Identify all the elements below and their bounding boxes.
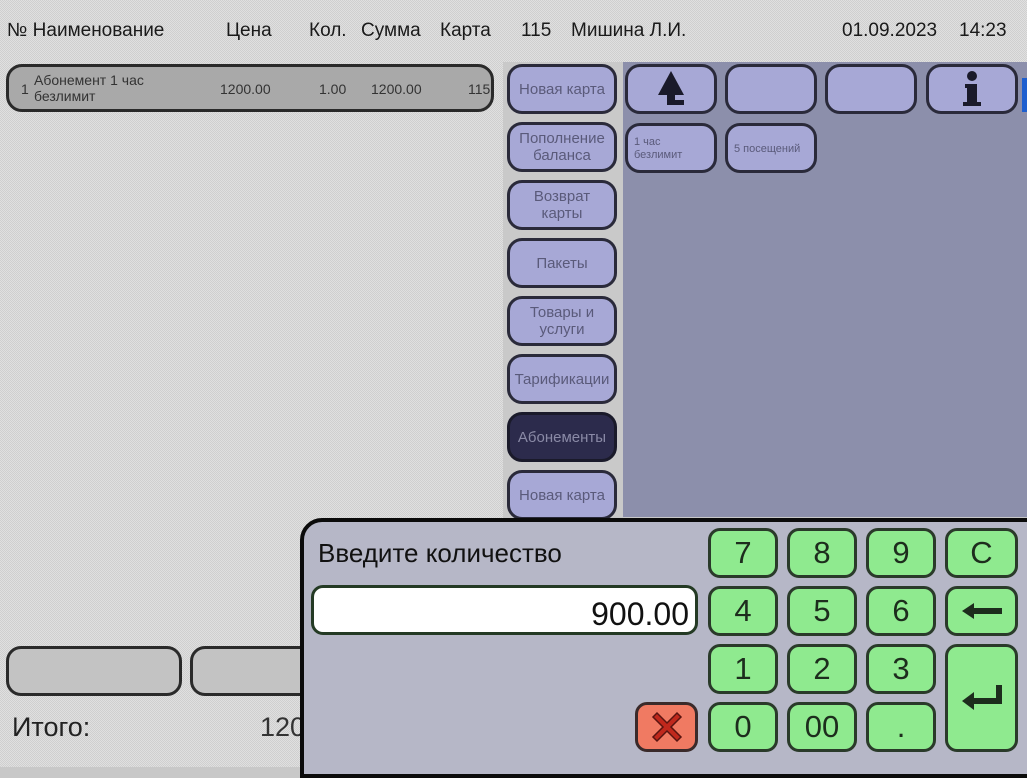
key-0[interactable]: 0 xyxy=(708,702,778,752)
column-header-price: Цена xyxy=(226,20,272,41)
enter-return-icon xyxy=(961,685,1002,710)
column-header-sum: Сумма xyxy=(361,20,421,41)
header-bar: № Наименование Цена Кол. Сумма Карта 115… xyxy=(0,0,1027,62)
column-header-qty: Кол. xyxy=(309,20,347,41)
backspace-arrow-icon xyxy=(961,603,1002,619)
category-label: Товары и услуги xyxy=(529,304,595,338)
cashier-name: Мишина Л.И. xyxy=(571,20,687,41)
scroll-up-button[interactable] xyxy=(6,646,182,696)
category-goods-services[interactable]: Товары и услуги xyxy=(507,296,617,346)
row-card: 115 xyxy=(468,81,491,97)
clear-key[interactable]: C xyxy=(945,528,1018,578)
category-label: Тарификации xyxy=(514,370,610,388)
key-5[interactable]: 5 xyxy=(787,586,857,636)
nav-empty-button-1[interactable] xyxy=(725,64,817,114)
product-5-visits[interactable]: 5 посещений xyxy=(725,123,817,173)
category-label: Новая карта xyxy=(519,486,605,504)
category-label: Новая карта xyxy=(519,80,605,98)
up-level-button[interactable] xyxy=(625,64,717,114)
row-name-line2: безлимит xyxy=(34,88,96,104)
arrow-up-icon xyxy=(658,71,684,105)
key-4[interactable]: 4 xyxy=(708,586,778,636)
key-7[interactable]: 7 xyxy=(708,528,778,578)
category-label: Пакеты xyxy=(536,254,588,272)
info-icon xyxy=(963,71,981,106)
nav-empty-button-2[interactable] xyxy=(825,64,917,114)
category-label: Пополнение баланса xyxy=(519,130,605,164)
key-6[interactable]: 6 xyxy=(866,586,936,636)
current-time: 14:23 xyxy=(959,20,1007,41)
category-subscriptions[interactable]: Абонементы xyxy=(507,412,617,462)
total-label: Итого: xyxy=(12,712,91,742)
product-label: 1 час безлимит xyxy=(634,136,683,161)
category-packages[interactable]: Пакеты xyxy=(507,238,617,288)
row-sum: 1200.00 xyxy=(371,81,422,97)
quantity-input[interactable]: 900.00 xyxy=(311,585,698,635)
enter-key[interactable] xyxy=(945,644,1018,752)
backspace-key[interactable] xyxy=(945,586,1018,636)
row-price: 1200.00 xyxy=(220,81,271,97)
row-qty: 1.00 xyxy=(319,81,347,97)
key-dot[interactable]: . xyxy=(866,702,936,752)
quantity-dialog-title: Введите количество xyxy=(318,538,562,568)
key-2[interactable]: 2 xyxy=(787,644,857,694)
terminal-number: 115 xyxy=(521,20,552,41)
key-8[interactable]: 8 xyxy=(787,528,857,578)
scrollbar-edge xyxy=(1022,78,1027,112)
row-name-line1: Абонемент 1 час xyxy=(34,72,144,88)
category-top-up-balance[interactable]: Пополнение баланса xyxy=(507,122,617,172)
close-x-icon xyxy=(651,711,682,743)
category-new-card[interactable]: Новая карта xyxy=(507,64,617,114)
current-date: 01.09.2023 xyxy=(842,20,938,41)
row-number: 1 xyxy=(21,81,29,97)
key-9[interactable]: 9 xyxy=(866,528,936,578)
key-3[interactable]: 3 xyxy=(866,644,936,694)
category-tariffs[interactable]: Тарификации xyxy=(507,354,617,404)
column-header-num-name: № Наименование xyxy=(7,20,165,41)
key-00[interactable]: 00 xyxy=(787,702,857,752)
category-card-return[interactable]: Возврат карты xyxy=(507,180,617,230)
product-1-hour-unlimited[interactable]: 1 час безлимит xyxy=(625,123,717,173)
cancel-button[interactable] xyxy=(635,702,698,752)
category-new-card-2[interactable]: Новая карта xyxy=(507,470,617,520)
column-header-card: Карта xyxy=(440,20,491,41)
product-label: 5 посещений xyxy=(734,143,801,155)
total-value: 120 xyxy=(260,712,306,742)
info-button[interactable] xyxy=(926,64,1018,114)
category-label: Возврат карты xyxy=(533,188,591,222)
key-1[interactable]: 1 xyxy=(708,644,778,694)
category-label: Абонементы xyxy=(517,428,607,446)
order-row[interactable]: 1 Абонемент 1 час безлимит 1200.00 1.00 … xyxy=(6,64,494,112)
